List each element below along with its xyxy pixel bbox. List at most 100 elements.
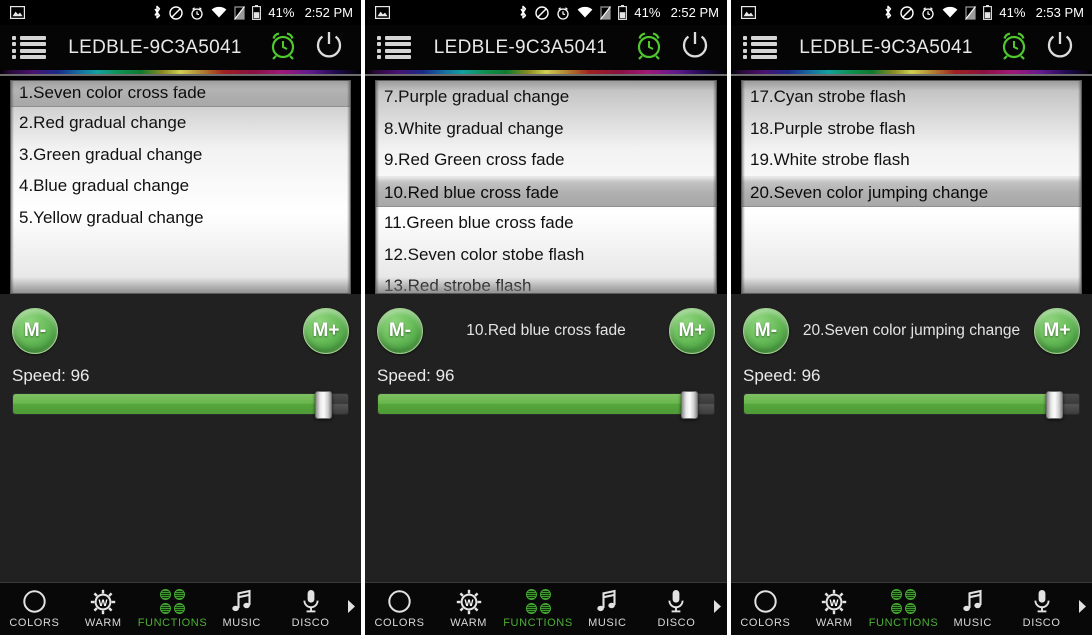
list-item-selected[interactable]: 1.Seven color cross fade	[11, 81, 350, 107]
nav-label-music: MUSIC	[222, 617, 261, 629]
battery-percent: 41%	[634, 5, 661, 20]
nav-item-disco[interactable]: DISCO	[1007, 583, 1076, 635]
mode-prev-button[interactable]: M-	[377, 308, 423, 354]
alarm-clock-icon	[266, 28, 300, 67]
mode-prev-button[interactable]: M-	[743, 308, 789, 354]
nav-item-colors[interactable]: COLORS	[365, 583, 434, 635]
mode-list[interactable]: 17.Cyan strobe flash 18.Purple strobe fl…	[741, 80, 1082, 294]
music-note-icon	[595, 589, 619, 614]
nav-item-disco[interactable]: DISCO	[642, 583, 711, 635]
mode-list[interactable]: 7.Purple gradual change 8.White gradual …	[375, 80, 717, 294]
nav-item-music[interactable]: MUSIC	[573, 583, 642, 635]
list-item[interactable]: 7.Purple gradual change	[376, 81, 716, 113]
speed-slider-thumb[interactable]	[314, 391, 332, 419]
no-sim-icon	[234, 5, 246, 20]
timer-button[interactable]	[626, 27, 672, 69]
speed-slider-thumb[interactable]	[1045, 391, 1063, 419]
nav-label-colors: COLORS	[740, 617, 791, 629]
mode-next-button[interactable]: M+	[303, 308, 349, 354]
list-item[interactable]: 8.White gradual change	[376, 113, 716, 145]
nav-more-button[interactable]	[1075, 600, 1089, 618]
nav-label-colors: COLORS	[9, 617, 60, 629]
list-item	[742, 207, 1081, 239]
speed-label: Speed: 96	[377, 366, 455, 385]
nav-item-music[interactable]: MUSIC	[207, 583, 276, 635]
functions-grid-icon	[891, 589, 916, 614]
list-item[interactable]: 4.Blue gradual change	[11, 170, 350, 202]
list-item[interactable]: 13.Red strobe flash	[376, 270, 716, 293]
nav-item-disco[interactable]: DISCO	[276, 583, 345, 635]
nav-item-warm[interactable]: W WARM	[800, 583, 869, 635]
nav-item-warm[interactable]: W WARM	[69, 583, 138, 635]
mode-switch-row: M- M+	[12, 294, 349, 362]
list-item[interactable]: 18.Purple strobe flash	[742, 113, 1081, 145]
mode-switch-row: M- 10.Red blue cross fade M+	[377, 294, 715, 362]
battery-percent: 41%	[999, 5, 1026, 20]
timer-button[interactable]	[991, 27, 1037, 69]
speed-slider-thumb[interactable]	[680, 391, 698, 419]
speed-slider-fill	[744, 394, 1049, 414]
phone-screen-2: 41% 2:52 PM LEDBLE-9C3A5041 7.Purple gra…	[365, 0, 727, 635]
status-bar-right: 41% 2:52 PM	[152, 5, 353, 20]
speed-slider[interactable]	[12, 391, 349, 419]
speed-slider[interactable]	[377, 391, 715, 419]
list-item[interactable]: 19.White strobe flash	[742, 144, 1081, 176]
microphone-icon	[301, 589, 321, 614]
menu-button[interactable]	[739, 31, 781, 65]
mode-switch-row: M- 20.Seven color jumping change M+	[743, 294, 1080, 362]
list-item-selected[interactable]: 10.Red blue cross fade	[376, 175, 716, 207]
list-item[interactable]: 11.Green blue cross fade	[376, 207, 716, 239]
nav-item-functions[interactable]: FUNCTIONS	[869, 583, 939, 635]
title-bar: LEDBLE-9C3A5041	[365, 25, 727, 70]
nav-more-button[interactable]	[344, 600, 358, 618]
mode-list-inner: 7.Purple gradual change 8.White gradual …	[376, 81, 716, 293]
nav-label-functions: FUNCTIONS	[868, 617, 939, 629]
nav-item-colors[interactable]: COLORS	[0, 583, 69, 635]
mode-list-wrapper: 7.Purple gradual change 8.White gradual …	[365, 76, 727, 294]
nav-label-disco: DISCO	[291, 617, 330, 629]
alarm-clock-icon	[997, 28, 1031, 67]
wifi-icon	[211, 6, 227, 19]
nav-item-functions[interactable]: FUNCTIONS	[503, 583, 573, 635]
svg-text:W: W	[99, 598, 108, 609]
nav-item-music[interactable]: MUSIC	[938, 583, 1007, 635]
title-bar: LEDBLE-9C3A5041	[0, 25, 361, 70]
menu-button[interactable]	[373, 31, 415, 65]
list-item[interactable]: 5.Yellow gradual change	[11, 202, 350, 234]
power-button[interactable]	[672, 27, 718, 69]
power-button[interactable]	[1037, 27, 1083, 69]
battery-icon	[618, 5, 628, 20]
nav-item-functions[interactable]: FUNCTIONS	[138, 583, 208, 635]
no-sim-icon	[965, 5, 977, 20]
svg-text:W: W	[464, 598, 473, 609]
list-item[interactable]: 3.Green gradual change	[11, 139, 350, 171]
nav-label-music: MUSIC	[588, 617, 627, 629]
current-mode-label: 20.Seven color jumping change	[802, 322, 1021, 339]
mode-next-button[interactable]: M+	[669, 308, 715, 354]
list-menu-icon	[377, 36, 411, 59]
list-item[interactable]: 17.Cyan strobe flash	[742, 81, 1081, 113]
functions-grid-icon	[525, 589, 551, 614]
mode-prev-button[interactable]: M-	[12, 308, 58, 354]
nav-label-warm: WARM	[815, 617, 853, 629]
list-item[interactable]: 2.Red gradual change	[11, 107, 350, 139]
nav-label-disco: DISCO	[657, 617, 696, 629]
menu-button[interactable]	[8, 31, 50, 65]
circle-icon	[387, 589, 412, 614]
mode-list-wrapper: 17.Cyan strobe flash 18.Purple strobe fl…	[731, 76, 1092, 294]
list-item[interactable]: 9.Red Green cross fade	[376, 144, 716, 176]
mode-list[interactable]: 1.Seven color cross fade 2.Red gradual c…	[10, 80, 351, 294]
speed-slider[interactable]	[743, 391, 1080, 419]
nav-label-colors: COLORS	[374, 617, 425, 629]
music-note-icon	[961, 589, 985, 614]
nav-more-button[interactable]	[710, 600, 724, 618]
status-bar: 41% 2:52 PM	[0, 0, 361, 25]
timer-button[interactable]	[260, 27, 306, 69]
nav-item-warm[interactable]: W WARM	[434, 583, 503, 635]
screenshot-root: 41% 2:52 PM LEDBLE-9C3A5041 1.Seven colo…	[0, 0, 1092, 635]
list-item[interactable]: 12.Seven color stobe flash	[376, 239, 716, 271]
mode-next-button[interactable]: M+	[1034, 308, 1080, 354]
list-item-selected[interactable]: 20.Seven color jumping change	[742, 175, 1081, 207]
power-button[interactable]	[306, 27, 352, 69]
nav-item-colors[interactable]: COLORS	[731, 583, 800, 635]
